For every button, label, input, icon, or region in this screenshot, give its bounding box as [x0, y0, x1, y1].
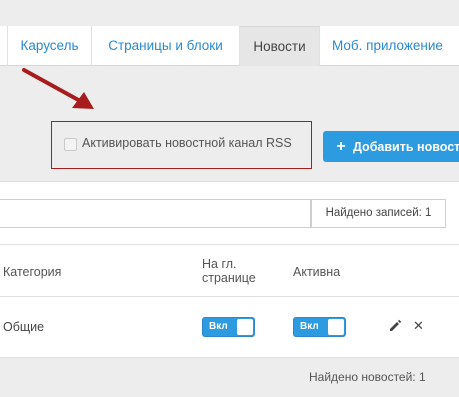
column-header-category[interactable]: Категория [3, 265, 61, 279]
tab-pages-blocks[interactable]: Страницы и блоки [92, 26, 240, 66]
tab-news[interactable]: Новости [240, 26, 320, 66]
toggle-label: Вкл [209, 321, 228, 332]
found-news-count: Найдено новостей: 1 [309, 370, 426, 384]
pencil-icon[interactable] [388, 319, 402, 333]
toggle-knob [237, 319, 253, 335]
top-strip [0, 0, 459, 26]
rss-checkbox-label[interactable]: Активировать новостной канал RSS [82, 136, 292, 150]
active-toggle[interactable]: Вкл [293, 317, 346, 337]
close-icon[interactable]: ✕ [413, 319, 425, 333]
tab-bar: Карусель Страницы и блоки Новости Моб. п… [0, 26, 459, 66]
annotation-arrow [22, 68, 94, 109]
cell-category: Общие [3, 320, 45, 334]
toggle-label: Вкл [300, 321, 319, 332]
header-divider [0, 296, 459, 297]
news-table: Категория На гл. странице Активна Общие … [0, 244, 459, 358]
plus-icon: + [336, 138, 346, 155]
tab-previous[interactable] [0, 26, 8, 66]
row-divider [0, 357, 459, 358]
column-header-main-page[interactable]: На гл. странице [202, 257, 268, 285]
rss-checkbox[interactable] [64, 138, 77, 151]
add-news-button[interactable]: + Добавить новость [323, 131, 459, 162]
tab-mobile-app[interactable]: Моб. приложение [320, 26, 459, 66]
found-records-count: Найдено записей: 1 [311, 199, 446, 228]
search-input[interactable] [0, 199, 311, 228]
column-header-active[interactable]: Активна [293, 265, 340, 279]
main-page-toggle[interactable]: Вкл [202, 317, 255, 337]
tab-carousel[interactable]: Карусель [8, 26, 92, 66]
toggle-knob [328, 319, 344, 335]
search-panel: Найдено записей: 1 [0, 181, 459, 245]
add-news-label: Добавить новость [353, 140, 459, 154]
